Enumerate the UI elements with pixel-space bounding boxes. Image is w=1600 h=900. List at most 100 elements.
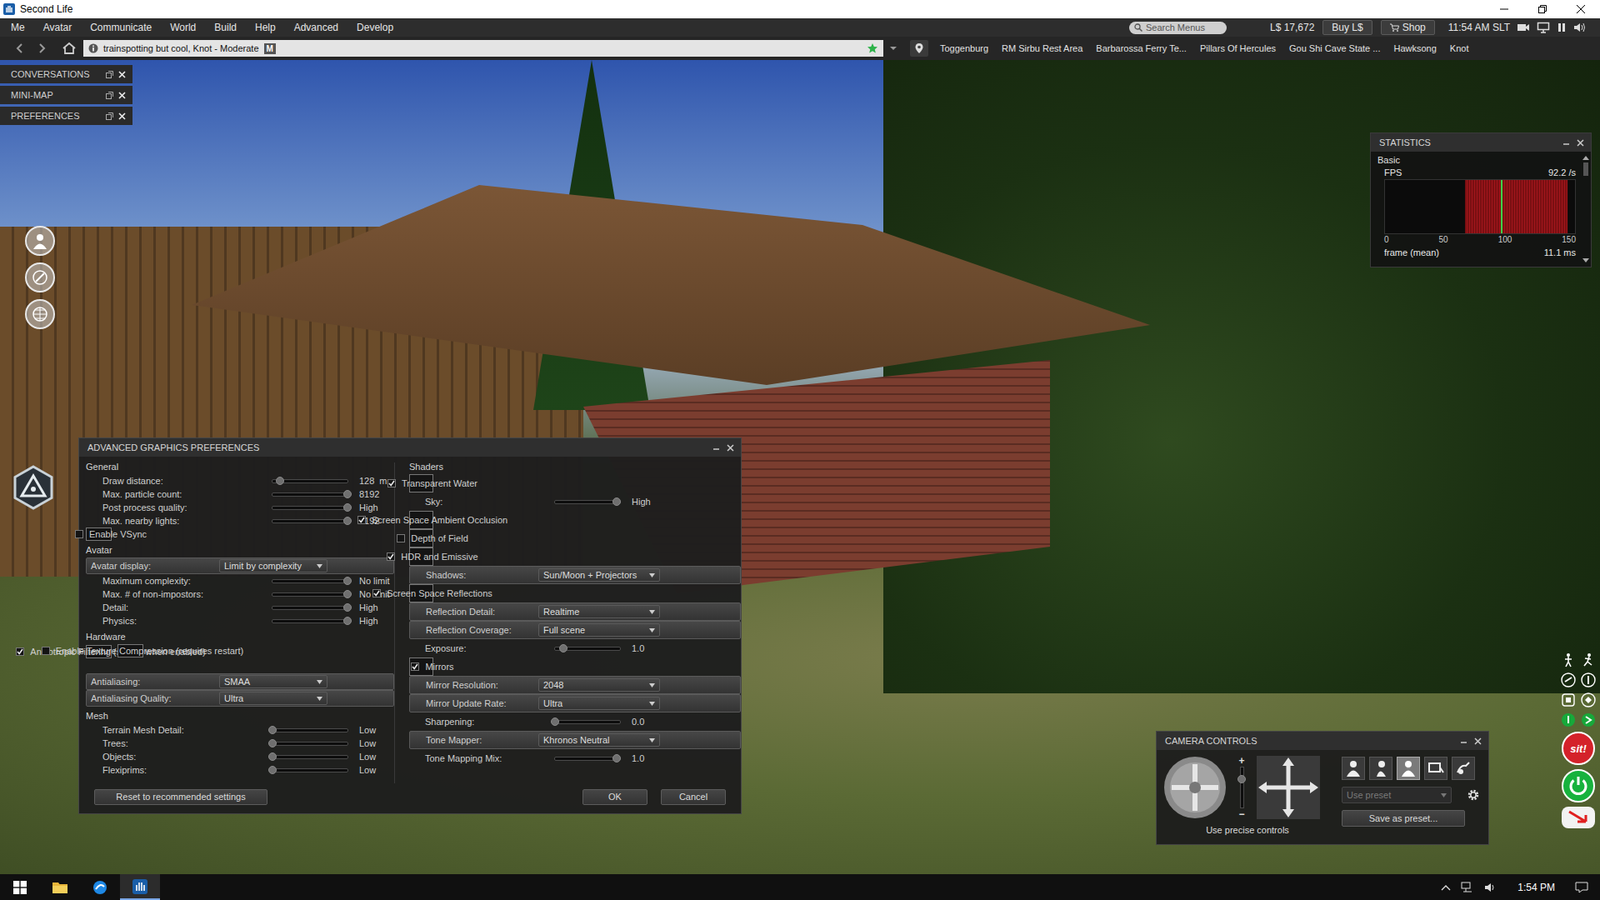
statistics-title-bar[interactable]: STATISTICS <box>1370 133 1591 152</box>
dropdown[interactable]: 2048 <box>538 678 660 692</box>
media-icon[interactable] <box>1516 21 1530 34</box>
zoom-slider[interactable]: +− <box>1233 755 1250 820</box>
minimize-button[interactable] <box>1485 0 1524 19</box>
pause-icon[interactable] <box>1556 21 1567 34</box>
orbit-joystick[interactable] <box>1163 755 1227 820</box>
map-tool-button[interactable] <box>25 262 55 293</box>
favorite-landmark[interactable]: Hawksong <box>1393 43 1436 54</box>
checkbox[interactable] <box>15 647 25 656</box>
location-field[interactable]: trainspotting but cool, Knot - ModerateM <box>83 40 884 57</box>
camera-mode-button[interactable] <box>1396 756 1420 780</box>
slider[interactable] <box>554 720 621 725</box>
viewer-logo-button[interactable] <box>10 464 57 511</box>
slider-knob[interactable] <box>343 576 352 585</box>
camera-mode-button[interactable] <box>1341 756 1365 780</box>
stop-animation-button[interactable] <box>1561 806 1595 829</box>
menu-item[interactable]: Communicate <box>80 21 161 34</box>
speaker-icon[interactable] <box>1484 881 1498 894</box>
slider-knob[interactable] <box>343 603 352 612</box>
undock-icon[interactable] <box>105 91 114 100</box>
checkbox[interactable] <box>75 530 84 539</box>
gear-icon[interactable] <box>1466 788 1480 802</box>
floater-tab[interactable]: PREFERENCES <box>0 106 133 125</box>
monitor-icon[interactable] <box>1536 21 1550 34</box>
scroll-up-icon[interactable] <box>1582 155 1590 160</box>
checkbox[interactable] <box>41 646 50 655</box>
close-icon[interactable] <box>1474 737 1482 745</box>
slider[interactable] <box>271 592 349 597</box>
slider[interactable] <box>271 579 349 584</box>
buy-currency-button[interactable]: Buy L$ <box>1322 20 1372 35</box>
volume-icon[interactable] <box>1573 21 1587 34</box>
favorite-landmark[interactable]: RM Sirbu Rest Area <box>1001 43 1083 54</box>
ao-next-icon[interactable] <box>1580 712 1596 728</box>
start-button[interactable] <box>0 874 40 900</box>
slider-knob[interactable] <box>343 590 352 599</box>
slider[interactable] <box>271 768 349 773</box>
search-menus-field[interactable]: Search Menus <box>1129 21 1227 35</box>
menu-item[interactable]: Help <box>245 21 285 34</box>
slider[interactable] <box>271 619 349 624</box>
scrollbar[interactable] <box>1580 151 1591 267</box>
cancel-button[interactable]: Cancel <box>660 789 726 805</box>
favorite-landmark[interactable]: Gou Shi Cave State ... <box>1289 43 1380 54</box>
floater-tab[interactable]: CONVERSATIONS <box>0 65 133 84</box>
scroll-down-icon[interactable] <box>1582 258 1590 264</box>
zoom-in-label[interactable]: + <box>1238 755 1245 767</box>
stat-row[interactable]: frame (mean)11.1 ms <box>1377 245 1576 260</box>
dialog-title-bar[interactable]: ADVANCED GRAPHICS PREFERENCES <box>79 438 741 457</box>
slider[interactable] <box>554 500 621 505</box>
checkbox[interactable] <box>372 589 381 598</box>
slider-knob[interactable] <box>268 765 277 775</box>
second-life-taskbar-button[interactable] <box>120 874 160 900</box>
slider[interactable] <box>271 479 349 484</box>
pan-pad[interactable] <box>1256 755 1320 820</box>
history-dropdown-icon[interactable] <box>888 43 899 54</box>
camera-title-bar[interactable]: CAMERA CONTROLS <box>1156 731 1489 750</box>
slider[interactable] <box>271 519 349 524</box>
slider[interactable] <box>271 741 349 746</box>
favorite-landmark[interactable]: Barbarossa Ferry Te... <box>1095 43 1187 54</box>
slider[interactable] <box>554 646 621 651</box>
favorite-landmark[interactable]: Pillars Of Hercules <box>1200 43 1276 54</box>
floater-tab[interactable]: MINI-MAP <box>0 85 133 105</box>
dropdown[interactable]: Khronos Neutral <box>538 733 660 747</box>
slider[interactable] <box>554 756 621 761</box>
close-icon[interactable] <box>118 112 126 120</box>
home-icon[interactable] <box>61 41 77 55</box>
minimize-icon[interactable] <box>1460 737 1468 745</box>
scroll-thumb[interactable] <box>1583 162 1589 176</box>
preset-dropdown[interactable]: Use preset <box>1341 786 1452 804</box>
undock-icon[interactable] <box>105 70 114 79</box>
network-icon[interactable] <box>1460 881 1475 894</box>
slider-knob[interactable] <box>343 516 352 525</box>
slider-knob[interactable] <box>343 616 352 625</box>
slider-knob[interactable] <box>612 754 621 763</box>
slider-knob[interactable] <box>343 490 352 499</box>
close-icon[interactable] <box>118 91 126 100</box>
dropdown[interactable]: Sun/Moon + Projectors <box>538 568 660 582</box>
favorite-landmark[interactable]: Toggenburg <box>940 43 989 54</box>
slider[interactable] <box>271 505 349 510</box>
camera-mode-button[interactable] <box>1451 756 1475 780</box>
close-icon[interactable] <box>726 444 735 452</box>
fly-icon[interactable] <box>1560 672 1576 688</box>
tray-chevron-icon[interactable] <box>1440 883 1451 892</box>
menu-item[interactable]: Avatar <box>34 21 81 34</box>
favorite-star-icon[interactable] <box>866 42 879 55</box>
slider-knob[interactable] <box>268 725 277 735</box>
slider[interactable] <box>271 755 349 760</box>
taskbar-clock[interactable]: 1:54 PM <box>1517 881 1555 894</box>
shop-button[interactable]: Shop <box>1380 20 1435 35</box>
slider[interactable] <box>271 492 349 497</box>
ok-button[interactable]: OK <box>582 789 648 805</box>
precise-controls-label[interactable]: Use precise controls <box>1163 825 1332 835</box>
stat-row[interactable]: FPS92.2 /s <box>1377 165 1576 180</box>
dropdown[interactable]: SMAA <box>219 675 328 689</box>
menu-item[interactable]: Me <box>1 21 35 34</box>
minimize-icon[interactable] <box>1562 139 1570 147</box>
dropdown[interactable]: Realtime <box>538 605 660 619</box>
sit-small-icon[interactable] <box>1560 692 1576 708</box>
run-icon[interactable] <box>1580 652 1596 668</box>
checkbox[interactable] <box>396 534 405 543</box>
